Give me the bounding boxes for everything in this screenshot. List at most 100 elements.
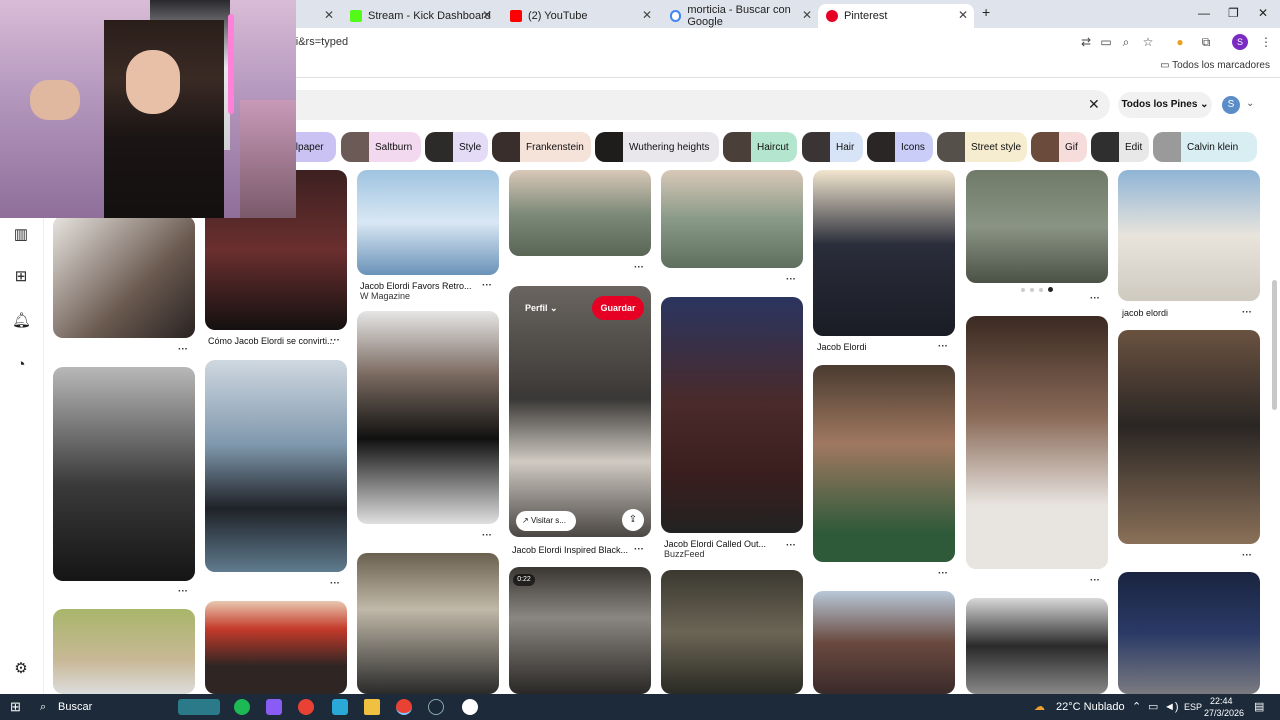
pin-image-hovered[interactable] xyxy=(509,286,651,537)
pin-image[interactable] xyxy=(53,609,195,694)
avatar[interactable]: S xyxy=(1222,96,1240,114)
chip-frankenstein[interactable]: Frankenstein xyxy=(492,132,591,162)
chip-haircut[interactable]: Haircut xyxy=(723,132,797,162)
share-icon[interactable]: ⇪ xyxy=(622,509,644,531)
pin-image[interactable] xyxy=(53,367,195,581)
carousel-dot-active[interactable] xyxy=(1048,287,1053,292)
clock-time[interactable]: 22:44 xyxy=(1210,695,1233,707)
tray-chevron-icon[interactable]: ⌃ xyxy=(1132,699,1141,715)
zoom-icon[interactable]: ⌕ xyxy=(1118,34,1134,50)
chip-saltburn[interactable]: Saltburn xyxy=(341,132,421,162)
more-options-button[interactable]: ··· xyxy=(482,280,492,291)
chip-edit[interactable]: Edit xyxy=(1091,132,1149,162)
pin-title[interactable]: jacob elordi xyxy=(1122,308,1168,318)
pin-image[interactable] xyxy=(1118,170,1260,301)
app-icon[interactable] xyxy=(266,699,282,715)
network-icon[interactable]: ▭ xyxy=(1148,699,1158,715)
more-options-button[interactable]: ··· xyxy=(634,262,644,273)
more-options-button[interactable]: ··· xyxy=(1090,293,1100,304)
pin-image[interactable] xyxy=(357,553,499,694)
more-options-button[interactable]: ··· xyxy=(634,544,644,555)
notifications-bell-icon[interactable]: 🔔︎ xyxy=(12,312,31,330)
extension-icon[interactable]: ● xyxy=(1172,34,1188,50)
clear-search-icon[interactable]: ✕ xyxy=(1088,96,1100,113)
tab-youtube[interactable]: (2) YouTube ✕ xyxy=(502,4,658,28)
chip-hair[interactable]: Hair xyxy=(802,132,863,162)
restore-icon[interactable]: ❐ xyxy=(1228,6,1239,20)
more-options-button[interactable]: ··· xyxy=(330,335,340,346)
more-options-button[interactable]: ··· xyxy=(786,540,796,551)
pin-image[interactable] xyxy=(509,170,651,256)
chip-style[interactable]: Style xyxy=(425,132,488,162)
pin-image[interactable] xyxy=(205,360,347,572)
close-tab-icon[interactable]: ✕ xyxy=(324,8,334,22)
address-bar[interactable]: rdi&rs=typed xyxy=(276,31,1076,53)
close-tab-icon[interactable]: ✕ xyxy=(642,8,652,22)
carousel-dot[interactable] xyxy=(1021,288,1025,292)
pin-filter-dropdown[interactable]: Todos los Pines ⌄ xyxy=(1118,92,1212,118)
new-tab-button[interactable]: + xyxy=(982,4,990,20)
chip-gif[interactable]: Gif xyxy=(1031,132,1087,162)
more-options-button[interactable]: ··· xyxy=(330,578,340,589)
spotify-icon[interactable] xyxy=(234,699,250,715)
chip-street-style[interactable]: Street style xyxy=(937,132,1027,162)
language-indicator[interactable]: ESP xyxy=(1184,699,1202,715)
close-tab-icon[interactable]: ✕ xyxy=(482,8,492,22)
weather-text[interactable]: 22°C Nublado xyxy=(1056,699,1125,715)
pin-title[interactable]: Jacob Elordi xyxy=(817,342,867,352)
close-tab-icon[interactable]: ✕ xyxy=(958,8,968,22)
page-scrollbar[interactable] xyxy=(1272,280,1277,410)
tab-kick-dashboard[interactable]: Stream - Kick Dashboard ✕ xyxy=(342,4,498,28)
chrome-active-icon[interactable] xyxy=(396,699,412,715)
search-input[interactable] xyxy=(280,90,1110,120)
pin-image[interactable] xyxy=(966,598,1108,694)
pin-image[interactable] xyxy=(53,216,195,338)
pin-image[interactable] xyxy=(813,365,955,562)
pin-title[interactable]: Jacob Elordi Favors Retro... xyxy=(360,281,472,291)
carousel-dots[interactable] xyxy=(1021,287,1055,292)
cast-icon[interactable]: ▭ xyxy=(1098,34,1114,50)
chip-calvin-klein[interactable]: Calvin klein xyxy=(1153,132,1257,162)
chrome-icon[interactable] xyxy=(298,699,314,715)
pin-video[interactable] xyxy=(509,567,651,694)
chip-icons[interactable]: Icons xyxy=(867,132,933,162)
chip-wuthering-heights[interactable]: Wuthering heights xyxy=(595,132,719,162)
profile-avatar[interactable]: S xyxy=(1232,34,1248,50)
pin-image[interactable] xyxy=(1118,572,1260,694)
boards-icon[interactable]: ▥ xyxy=(12,226,30,244)
more-options-button[interactable]: ··· xyxy=(1242,307,1252,318)
pin-image[interactable] xyxy=(205,601,347,694)
more-options-button[interactable]: ··· xyxy=(938,568,948,579)
windows-start-icon[interactable]: ⊞ xyxy=(10,699,21,715)
chevron-down-icon[interactable]: ⌄ xyxy=(1246,98,1254,109)
pin-image[interactable] xyxy=(661,170,803,268)
extensions-puzzle-icon[interactable]: ⧉ xyxy=(1198,34,1214,50)
pin-image[interactable] xyxy=(357,311,499,524)
minimize-icon[interactable]: — xyxy=(1198,6,1210,20)
pin-image[interactable] xyxy=(357,170,499,275)
pin-image[interactable] xyxy=(661,297,803,533)
profile-dropdown[interactable]: Perfil ⌄ xyxy=(519,298,565,318)
messages-icon[interactable]: ◔ xyxy=(12,356,30,374)
pin-title[interactable]: Cómo Jacob Elordi se convirti... xyxy=(208,336,335,346)
search-icon[interactable]: ⌕ xyxy=(40,699,46,715)
pin-image[interactable] xyxy=(966,170,1108,283)
pin-title[interactable]: Jacob Elordi Called Out... xyxy=(664,539,766,549)
tab-pinterest[interactable]: Pinterest ✕ xyxy=(818,4,974,28)
tab-hidden[interactable]: ✕ xyxy=(296,4,340,28)
tab-google[interactable]: morticia - Buscar con Google ✕ xyxy=(662,4,818,28)
obs-icon[interactable] xyxy=(462,699,478,715)
pin-image[interactable] xyxy=(1118,330,1260,544)
save-pin-button[interactable]: Guardar xyxy=(592,296,644,320)
pin-title[interactable]: Jacob Elordi Inspired Black... xyxy=(512,545,628,555)
volume-icon[interactable]: ◄) xyxy=(1164,699,1179,715)
steam-icon[interactable] xyxy=(428,699,444,715)
more-options-button[interactable]: ··· xyxy=(482,530,492,541)
pin-image[interactable] xyxy=(813,591,955,694)
carousel-dot[interactable] xyxy=(1039,288,1043,292)
notifications-icon[interactable]: ▤ xyxy=(1254,699,1264,715)
file-explorer-icon[interactable] xyxy=(364,699,380,715)
close-window-icon[interactable]: ✕ xyxy=(1258,6,1268,20)
clock-date[interactable]: 27/3/2026 xyxy=(1204,707,1244,719)
carousel-dot[interactable] xyxy=(1030,288,1034,292)
